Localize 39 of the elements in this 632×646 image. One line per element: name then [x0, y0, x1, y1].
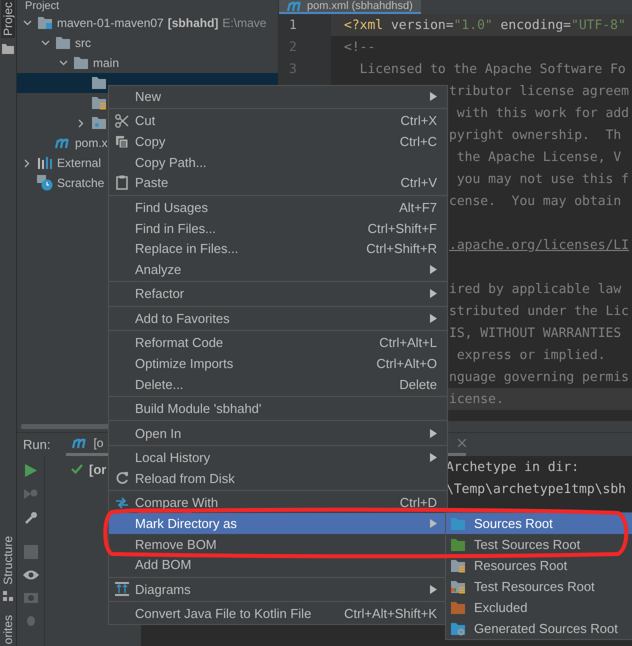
shortcut-text: Ctrl+C: [400, 134, 437, 149]
shortcut-text: Ctrl+Alt+Shift+K: [344, 606, 437, 622]
shortcut-text: Ctrl+Alt+L: [379, 335, 437, 350]
tree-label: pom.x: [75, 136, 108, 150]
shortcut-text: Ctrl+Alt+O: [376, 356, 437, 371]
code-line: with this work for add: [456, 106, 630, 120]
line-number: 1: [289, 18, 297, 32]
code-line: stributed under the Lic: [449, 304, 630, 318]
tree-label: Scratche: [57, 176, 104, 190]
tree-label: src: [75, 36, 91, 50]
module-name: [sbhahd]: [168, 16, 218, 30]
code-line: .apache.org/licenses/LI: [449, 238, 630, 252]
code-line: express or implied.: [456, 348, 606, 362]
code-line: the Apache License, V: [456, 150, 622, 164]
shortcut-text: Ctrl+X: [400, 113, 437, 128]
code-line: nguage governing permis: [449, 370, 630, 384]
code-line: cense. You may obtain: [449, 194, 622, 208]
code-line: IS, WITHOUT WARRANTIES: [449, 326, 622, 340]
console-line: \Temp\archetype1tmp\sbh: [446, 482, 626, 496]
run-label: Run:: [23, 437, 50, 452]
code-line: pyright ownership. Th: [449, 128, 622, 142]
shortcut-text: Alt+F7: [399, 200, 437, 215]
code-line: ired by applicable law: [449, 282, 622, 296]
code-line: Licensed to the Apache Software Fo: [358, 62, 626, 76]
code-line: <?xml version="1.0" encoding="UTF-8": [344, 18, 626, 32]
code-line: tributor license agreem: [449, 84, 630, 98]
module-path: E:\mave: [222, 16, 266, 30]
shortcut-text: Ctrl+Shift+F: [368, 220, 437, 236]
code-line: <!--: [344, 40, 376, 54]
code-line: you may not use this f: [456, 172, 630, 186]
console-line: Archetype in dir:: [446, 460, 580, 474]
tree-label: External: [57, 156, 102, 170]
shortcut-text: Ctrl+Shift+R: [366, 241, 437, 256]
shortcut-text: Ctrl+V: [400, 175, 437, 190]
shortcut-text: Ctrl+D: [400, 495, 437, 510]
tree-label: main: [93, 56, 120, 70]
tree-label: maven-01-maven07: [57, 16, 164, 30]
code-line: icense.: [449, 392, 504, 406]
shortcut-text: Delete: [399, 376, 437, 392]
